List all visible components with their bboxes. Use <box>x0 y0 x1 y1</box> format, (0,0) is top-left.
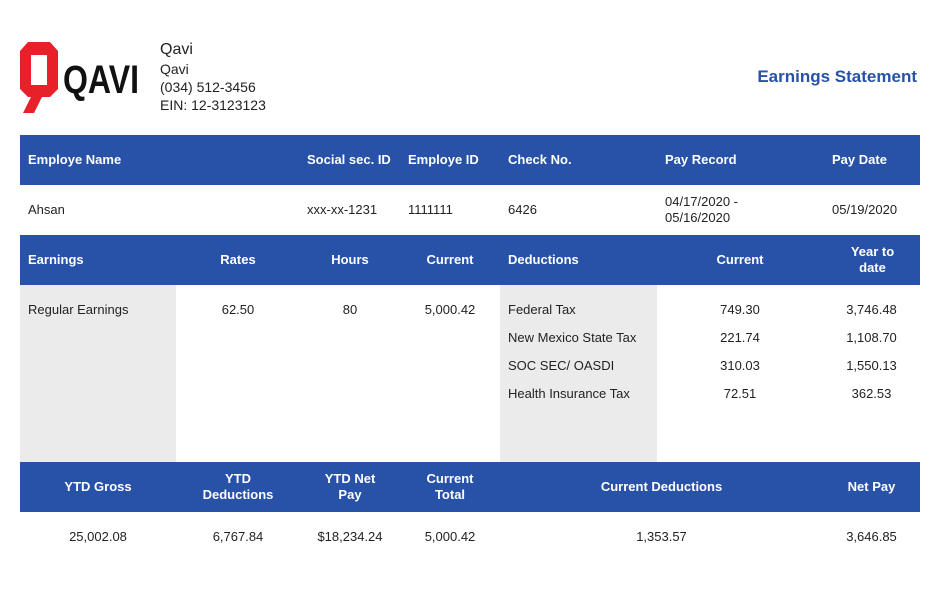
pay-date: 05/19/2020 <box>832 202 898 217</box>
qavi-logo-icon: QAVI <box>20 42 139 113</box>
statement-title: Earnings Statement <box>757 67 917 86</box>
header-ytd-deductions: YTD Deductions <box>202 471 274 502</box>
employee-ssn: xxx-xx-1231 <box>307 202 378 217</box>
deduction-current: 72.51 <box>723 386 757 401</box>
ytd-net-pay-value: $18,234.24 <box>317 529 383 544</box>
header-employee-name: Employe Name <box>28 152 122 167</box>
header-deduction-current: Current <box>716 252 764 267</box>
earnings-current: 5,000.42 <box>424 302 476 317</box>
deduction-ytd: 3,746.48 <box>846 302 897 317</box>
header-rates: Rates <box>220 252 256 267</box>
summary-header-band: YTD Gross YTD Deductions YTD Net Pay Cur… <box>20 462 920 512</box>
deduction-current: 221.74 <box>720 330 760 345</box>
deduction-label: SOC SEC/ OASDI <box>508 358 615 373</box>
deduction-current: 310.03 <box>720 358 760 373</box>
ytd-gross-value: 25,002.08 <box>69 529 127 544</box>
company-name: Qavi <box>160 41 193 58</box>
deduction-ytd: 1,108.70 <box>846 330 897 345</box>
deduction-ytd: 1,550.13 <box>846 358 897 373</box>
company-phone: (034) 512-3456 <box>160 79 256 95</box>
company-logo: QAVI <box>20 41 140 115</box>
header-employee-id: Employe ID <box>408 152 479 167</box>
header-year-to-date: Year to date <box>850 244 895 275</box>
deduction-ytd: 362.53 <box>851 386 892 401</box>
earnings-label: Regular Earnings <box>28 302 129 317</box>
employee-header-band: Employe Name Social sec. ID Employe ID C… <box>20 135 920 185</box>
header-social-sec-id: Social sec. ID <box>307 152 391 167</box>
ytd-deductions-value: 6,767.84 <box>212 529 264 544</box>
current-deductions-value: 1,353.57 <box>636 529 687 544</box>
header-ytd-net-pay: YTD Net Pay <box>324 471 376 502</box>
deduction-label: Federal Tax <box>508 302 576 317</box>
header-earnings: Earnings <box>28 252 84 267</box>
header-check-no: Check No. <box>508 152 572 167</box>
employee-id: 1111111 <box>408 202 453 217</box>
header-current-deductions: Current Deductions <box>600 479 723 494</box>
header-current: Current <box>426 252 474 267</box>
company-subname: Qavi <box>160 61 189 77</box>
employee-name: Ahsan <box>28 202 65 217</box>
check-number: 6426 <box>508 202 537 217</box>
deduction-current: 749.30 <box>720 302 760 317</box>
company-ein: EIN: 12-3123123 <box>160 97 266 113</box>
header-pay-date: Pay Date <box>832 152 887 167</box>
header-hours: Hours <box>331 252 369 267</box>
header-net-pay: Net Pay <box>847 479 896 494</box>
earnings-rate: 62.50 <box>221 302 255 317</box>
net-pay-value: 3,646.85 <box>846 529 897 544</box>
logo-text: QAVI <box>63 58 139 102</box>
pay-record-period: 04/17/2020 - 05/16/2020 <box>665 194 739 225</box>
deduction-label: Health Insurance Tax <box>508 386 630 401</box>
header-pay-record: Pay Record <box>665 152 737 167</box>
company-info: Qavi Qavi (034) 512-3456 EIN: 12-3123123 <box>160 40 266 114</box>
current-total-value: 5,000.42 <box>424 529 476 544</box>
header-current-total: Current Total <box>426 471 474 502</box>
header-ytd-gross: YTD Gross <box>64 479 132 494</box>
earnings-hours: 80 <box>342 302 358 317</box>
earnings-header-band: Earnings Rates Hours Current Deductions … <box>20 235 920 285</box>
deduction-label: New Mexico State Tax <box>508 330 637 345</box>
header-deductions: Deductions <box>508 252 579 267</box>
